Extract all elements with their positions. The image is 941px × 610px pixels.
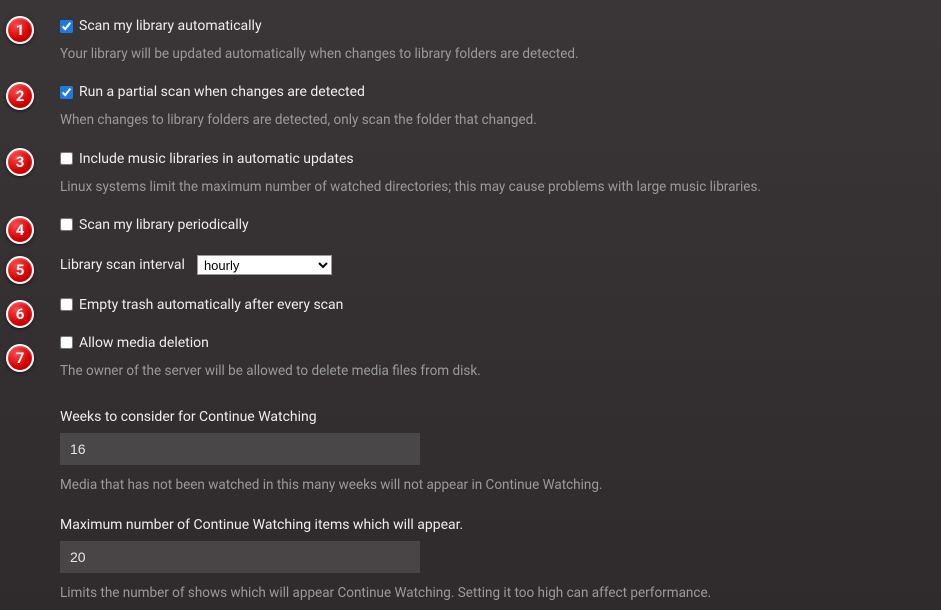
setting-scan-auto: Scan my library automatically Your libra…: [60, 18, 941, 64]
annotation-marker-1: 1: [6, 16, 34, 44]
allow-deletion-desc: The owner of the server will be allowed …: [60, 361, 941, 381]
setting-include-music: Include music libraries in automatic upd…: [60, 151, 941, 197]
annotation-marker-7: 7: [6, 344, 34, 372]
setting-scan-periodic: Scan my library periodically: [60, 217, 941, 233]
setting-continue-weeks: Weeks to consider for Continue Watching …: [60, 409, 941, 495]
scan-periodic-checkbox[interactable]: [60, 218, 73, 231]
continue-max-desc: Limits the number of shows which will ap…: [60, 583, 941, 603]
partial-scan-label: Run a partial scan when changes are dete…: [79, 84, 365, 100]
continue-max-input[interactable]: [60, 541, 420, 573]
include-music-label: Include music libraries in automatic upd…: [79, 151, 354, 167]
annotation-marker-2: 2: [6, 82, 34, 110]
setting-scan-interval: Library scan interval hourly: [60, 255, 941, 275]
setting-partial-scan: Run a partial scan when changes are dete…: [60, 84, 941, 130]
scan-auto-checkbox[interactable]: [60, 20, 73, 33]
continue-weeks-input[interactable]: [60, 433, 420, 465]
setting-allow-deletion: Allow media deletion The owner of the se…: [60, 335, 941, 381]
scan-interval-label: Library scan interval: [60, 257, 185, 273]
library-settings-panel: Scan my library automatically Your libra…: [0, 0, 941, 604]
annotation-marker-6: 6: [6, 300, 34, 328]
empty-trash-label: Empty trash automatically after every sc…: [79, 297, 343, 313]
annotation-marker-5: 5: [6, 256, 34, 284]
partial-scan-desc: When changes to library folders are dete…: [60, 110, 941, 130]
continue-weeks-desc: Media that has not been watched in this …: [60, 475, 941, 495]
annotation-marker-3: 3: [6, 148, 34, 176]
continue-weeks-label: Weeks to consider for Continue Watching: [60, 409, 941, 425]
allow-deletion-checkbox[interactable]: [60, 336, 73, 349]
include-music-desc: Linux systems limit the maximum number o…: [60, 177, 941, 197]
annotation-marker-4: 4: [6, 216, 34, 244]
continue-max-label: Maximum number of Continue Watching item…: [60, 517, 941, 533]
allow-deletion-label: Allow media deletion: [79, 335, 209, 351]
empty-trash-checkbox[interactable]: [60, 298, 73, 311]
setting-continue-max: Maximum number of Continue Watching item…: [60, 517, 941, 603]
setting-empty-trash: Empty trash automatically after every sc…: [60, 297, 941, 313]
scan-auto-label: Scan my library automatically: [79, 18, 262, 34]
scan-periodic-label: Scan my library periodically: [79, 217, 249, 233]
scan-interval-select[interactable]: hourly: [197, 255, 332, 275]
scan-auto-desc: Your library will be updated automatical…: [60, 44, 941, 64]
include-music-checkbox[interactable]: [60, 152, 73, 165]
partial-scan-checkbox[interactable]: [60, 86, 73, 99]
